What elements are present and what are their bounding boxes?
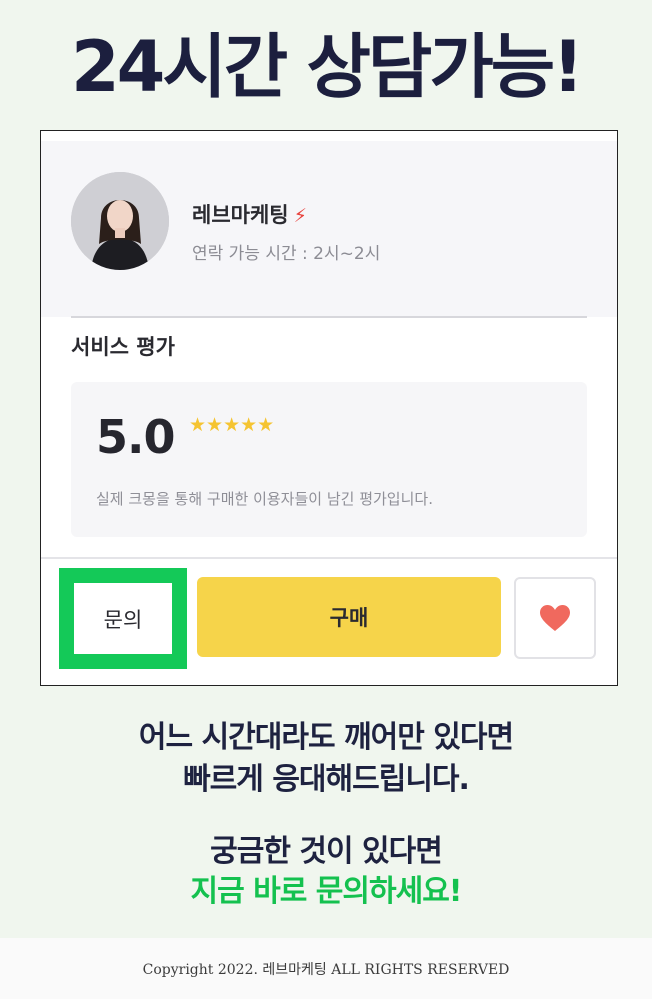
rating-title: 서비스 평가 (71, 335, 175, 359)
star-rating-icon: ★★★★★ (189, 414, 275, 436)
message-line-3: 궁금한 것이 있다면 (210, 834, 443, 869)
like-button[interactable] (514, 577, 596, 659)
divider (41, 557, 617, 559)
buy-button[interactable]: 구매 (197, 577, 501, 657)
seller-name: 레브마케팅 ⚡︎ (192, 199, 307, 229)
headline: 24시간 상담가능! (70, 26, 584, 108)
call-to-action: 지금 바로 문의하세요! (190, 874, 463, 909)
rating-description: 실제 크몽을 통해 구매한 이용자들이 남긴 평가입니다. (96, 490, 433, 508)
message-line-2: 빠르게 응대해드립니다. (183, 762, 470, 797)
seller-name-text: 레브마케팅 (192, 203, 289, 227)
lightning-bolt-icon: ⚡︎ (293, 205, 307, 227)
message-line-1: 어느 시간대라도 깨어만 있다면 (138, 720, 514, 755)
rating-card: 5.0 ★★★★★ 실제 크몽을 통해 구매한 이용자들이 남긴 평가입니다. (71, 382, 587, 537)
avatar (71, 172, 169, 270)
rating-score: 5.0 (96, 410, 175, 464)
footer-copyright: Copyright 2022. 레브마케팅 ALL RIGHTS RESERVE… (0, 938, 652, 999)
seller-profile: 레브마케팅 ⚡︎ 연락 가능 시간 : 2시~2시 (41, 141, 617, 318)
divider (71, 316, 587, 318)
service-screenshot: 레브마케팅 ⚡︎ 연락 가능 시간 : 2시~2시 서비스 평가 5.0 ★★★★… (40, 130, 618, 686)
contact-time: 연락 가능 시간 : 2시~2시 (192, 244, 381, 264)
heart-icon (540, 605, 570, 631)
inquiry-button[interactable]: 문의 (74, 583, 172, 654)
